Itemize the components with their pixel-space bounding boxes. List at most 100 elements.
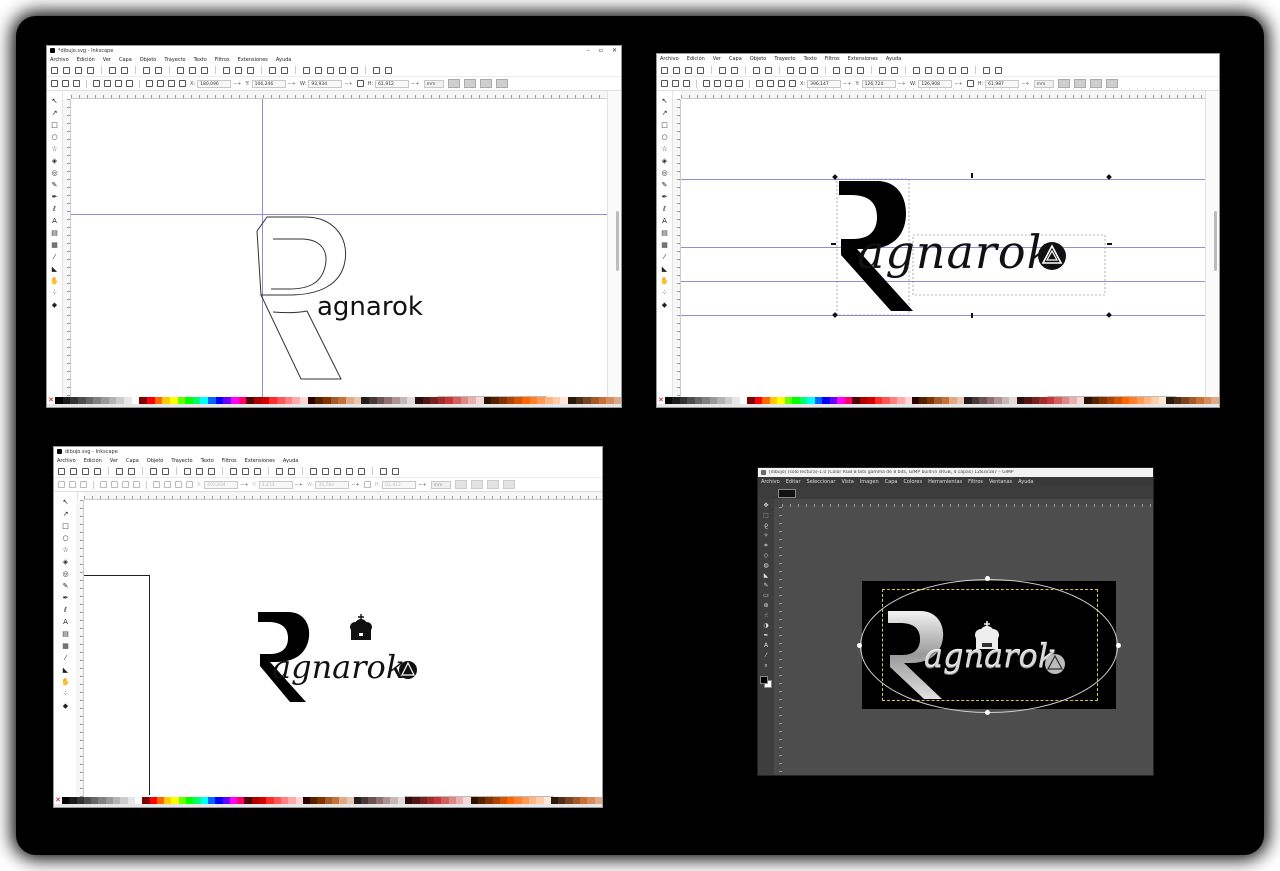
color-swatch[interactable] — [383, 797, 391, 804]
deselect-icon[interactable] — [683, 80, 690, 87]
star-tool-icon[interactable]: ☆ — [51, 145, 59, 153]
menu-ver[interactable]: Ver — [103, 57, 111, 63]
menu-seleccionar[interactable]: Seleccionar — [807, 479, 836, 485]
print-icon[interactable] — [94, 467, 101, 475]
color-swatch[interactable] — [606, 397, 614, 404]
xml-editor-icon[interactable] — [949, 66, 956, 74]
agnarok-text[interactable]: agnarok — [317, 292, 423, 322]
r-outline-inner[interactable] — [271, 238, 327, 290]
align-icon[interactable] — [358, 467, 365, 475]
r-outline-drawing[interactable] — [71, 99, 607, 397]
pen-tool-icon[interactable]: ✒ — [51, 193, 59, 201]
export-icon[interactable] — [121, 66, 128, 74]
menu-herramientas[interactable]: Herramientas — [928, 479, 962, 485]
new-document-icon[interactable] — [661, 66, 668, 74]
color-swatch[interactable] — [941, 397, 950, 404]
deselect-icon[interactable] — [73, 80, 80, 87]
color-swatch[interactable] — [1114, 397, 1122, 404]
color-swatch[interactable] — [445, 397, 454, 404]
color-swatch[interactable] — [300, 397, 308, 404]
transform-gradients-toggle[interactable] — [479, 79, 492, 88]
select-all-icon[interactable] — [661, 80, 668, 87]
3d-box-tool-icon[interactable]: ◈ — [661, 157, 669, 165]
drawing-canvas[interactable]: R agnarok — [681, 99, 1205, 397]
color-swatch[interactable] — [1061, 397, 1070, 404]
color-swatch[interactable] — [310, 797, 318, 804]
color-swatch[interactable] — [317, 797, 325, 804]
color-swatch[interactable] — [1031, 397, 1040, 404]
color-swatch[interactable] — [545, 397, 553, 404]
menu-filtros[interactable]: Filtros — [222, 458, 237, 464]
new-document-icon[interactable] — [58, 467, 65, 475]
cut-icon[interactable] — [189, 66, 196, 74]
selector-tool-icon[interactable]: ↖ — [661, 97, 669, 105]
transform-gradients-toggle[interactable] — [486, 480, 499, 489]
color-swatch[interactable] — [769, 397, 778, 404]
rotate-ccw-icon[interactable] — [100, 481, 107, 488]
color-swatch[interactable] — [859, 397, 868, 404]
color-swatch[interactable] — [331, 797, 340, 804]
unlink-clone-icon[interactable] — [857, 66, 864, 74]
color-swatch[interactable] — [514, 397, 523, 404]
paint-bucket-tool-icon[interactable]: ◣ — [661, 265, 669, 273]
clone-icon[interactable] — [845, 66, 852, 74]
color-swatch[interactable] — [485, 797, 493, 804]
color-swatch[interactable] — [186, 797, 194, 804]
ellipse-selection[interactable] — [860, 579, 1118, 713]
lower-bottom-icon[interactable] — [179, 80, 186, 87]
select-all-layers-icon[interactable] — [69, 481, 76, 488]
node-tool-icon[interactable]: ↗ — [62, 510, 70, 518]
color-palette[interactable]: ✕ — [657, 397, 1219, 404]
color-swatch[interactable] — [986, 397, 995, 404]
color-swatch[interactable] — [732, 397, 740, 404]
x-input[interactable]: 180,096 — [197, 79, 232, 88]
color-swatch[interactable] — [448, 797, 457, 804]
import-icon[interactable] — [109, 66, 116, 74]
align-icon[interactable] — [351, 66, 358, 74]
color-swatch[interactable] — [164, 797, 172, 804]
save-icon[interactable] — [75, 66, 82, 74]
spiral-tool-icon[interactable]: ◎ — [51, 169, 59, 177]
spray-tool-icon[interactable]: ⁘ — [62, 690, 70, 698]
width-input[interactable]: 35,784 — [315, 480, 350, 489]
color-swatch[interactable] — [521, 797, 529, 804]
node-tool-icon[interactable]: ↗ — [661, 109, 669, 117]
group-icon[interactable] — [269, 66, 276, 74]
select-all-icon[interactable] — [51, 80, 58, 87]
menu-edicion[interactable]: Edición — [687, 56, 705, 62]
no-paint-swatch[interactable]: ✕ — [657, 397, 665, 404]
flip-h-icon[interactable] — [122, 481, 129, 488]
eraser-tool-icon[interactable]: ◆ — [51, 301, 59, 309]
color-swatch[interactable] — [1151, 397, 1159, 404]
unlink-clone-icon[interactable] — [247, 66, 254, 74]
y-input[interactable]: 3,413 — [258, 480, 293, 489]
color-swatch[interactable] — [477, 797, 486, 804]
3d-box-tool-icon[interactable]: ◈ — [62, 558, 70, 566]
flip-v-icon[interactable] — [126, 80, 133, 87]
color-swatch[interactable] — [330, 397, 339, 404]
color-swatch[interactable] — [1039, 397, 1047, 404]
color-swatch[interactable] — [1181, 397, 1189, 404]
color-swatch[interactable] — [837, 397, 845, 404]
color-swatch[interactable] — [598, 397, 607, 404]
menu-objeto[interactable]: Objeto — [147, 458, 164, 464]
raise-icon[interactable] — [767, 80, 774, 87]
color-swatch[interactable] — [792, 397, 800, 404]
text-tool-icon[interactable]: A — [661, 217, 669, 225]
dodge-tool-icon[interactable]: ◑ — [763, 622, 770, 629]
color-swatch[interactable] — [273, 797, 281, 804]
color-swatch[interactable] — [911, 397, 920, 404]
flip-v-icon[interactable] — [133, 481, 140, 488]
color-swatch[interactable] — [702, 397, 710, 404]
menu-trayecto[interactable]: Trayecto — [171, 458, 192, 464]
menu-ventanas[interactable]: Ventanas — [989, 479, 1012, 485]
valknut-icon[interactable] — [1037, 241, 1067, 271]
color-swatch[interactable] — [529, 797, 537, 804]
rotate-cw-icon[interactable] — [111, 481, 118, 488]
mesh-tool-icon[interactable]: ▦ — [661, 241, 669, 249]
fill-stroke-icon[interactable] — [310, 467, 317, 475]
calligraphy-tool-icon[interactable]: ℓ — [62, 606, 70, 614]
color-swatch[interactable] — [463, 797, 471, 804]
document-properties-icon[interactable] — [983, 66, 990, 74]
transform-corners-toggle[interactable] — [463, 79, 476, 88]
